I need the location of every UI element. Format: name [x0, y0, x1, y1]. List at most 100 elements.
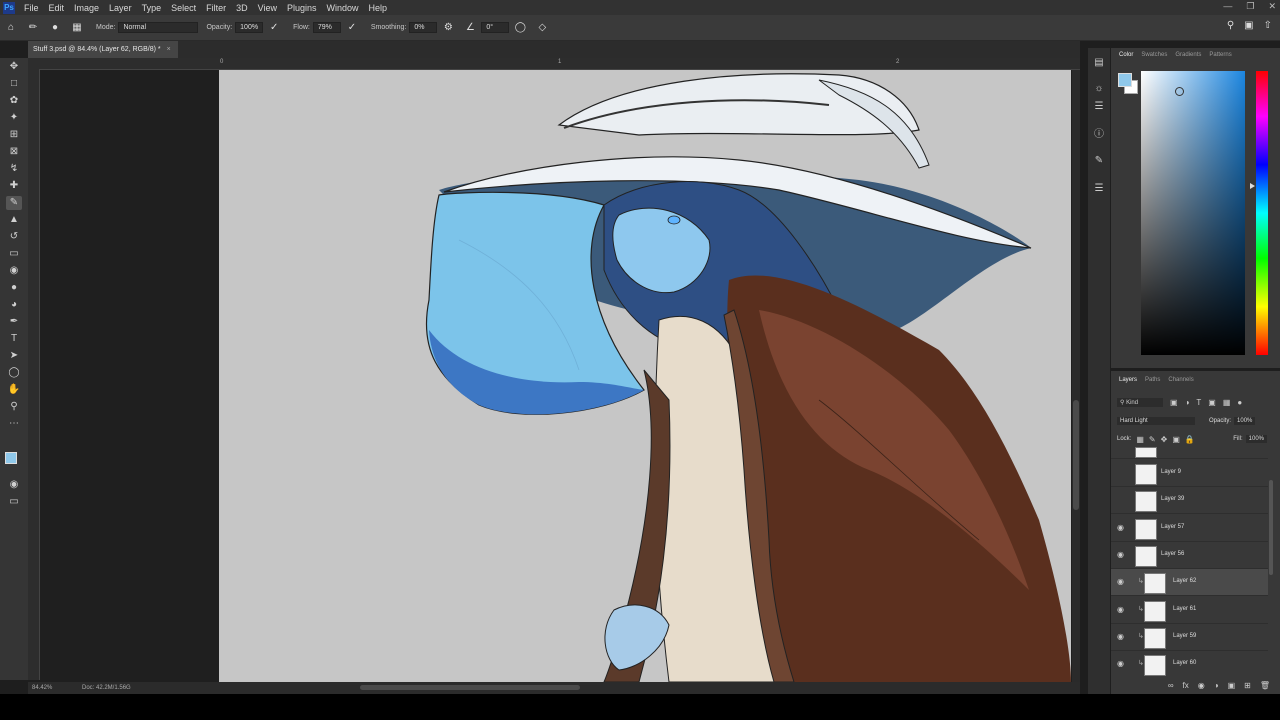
tab-color[interactable]: Color — [1119, 52, 1133, 58]
clone-stamp-tool-icon[interactable]: ▲ — [6, 213, 22, 227]
brush-settings-panel-icon[interactable]: ✎ — [1092, 154, 1106, 168]
adjustments-icon[interactable]: ☼ — [1092, 82, 1106, 96]
tab-gradients[interactable]: Gradients — [1175, 52, 1201, 58]
visibility-eye-icon[interactable]: ◉ — [1117, 577, 1124, 586]
brush-tool-icon[interactable]: ✏ — [26, 21, 40, 35]
menu-layer[interactable]: Layer — [104, 3, 137, 13]
brush-preset-icon[interactable]: ● — [48, 21, 62, 35]
foreground-color-swatch[interactable] — [5, 452, 17, 464]
add-mask-icon[interactable]: ◉ — [1198, 681, 1205, 690]
menu-image[interactable]: Image — [69, 3, 104, 13]
lock-pixels-icon[interactable]: ✎ — [1149, 435, 1156, 444]
filter-smart-object-icon[interactable]: ▦ — [1223, 398, 1231, 407]
quick-mask-icon[interactable]: ◉ — [6, 478, 22, 492]
menu-plugins[interactable]: Plugins — [282, 3, 322, 13]
tab-paths[interactable]: Paths — [1145, 377, 1160, 383]
close-tab-icon[interactable]: × — [167, 46, 171, 53]
new-group-icon[interactable]: ▣ — [1228, 681, 1236, 690]
visibility-eye-icon[interactable]: ◉ — [1117, 605, 1124, 614]
hue-slider-handle[interactable] — [1250, 183, 1255, 189]
tab-patterns[interactable]: Patterns — [1209, 52, 1231, 58]
brushes-icon[interactable]: ☰ — [1092, 100, 1106, 114]
zoom-level[interactable]: 84.42% — [28, 685, 82, 691]
magic-wand-tool-icon[interactable]: ✦ — [6, 111, 22, 125]
brush-settings-icon[interactable]: ▦ — [70, 21, 84, 35]
layer-row[interactable]: ◉ ↳ Layer 59 — [1111, 624, 1268, 651]
tab-layers[interactable]: Layers — [1119, 377, 1137, 383]
foreground-color-chip[interactable] — [1118, 73, 1132, 87]
mode-select[interactable]: Normal — [118, 22, 199, 33]
smoothing-settings-gear-icon[interactable]: ⚙ — [441, 21, 455, 35]
layer-style-icon[interactable]: fx — [1183, 681, 1189, 690]
symmetry-icon[interactable]: ◇ — [535, 21, 549, 35]
crop-tool-icon[interactable]: ⊞ — [6, 128, 22, 142]
visibility-eye-icon[interactable]: ◉ — [1117, 550, 1124, 559]
tab-swatches[interactable]: Swatches — [1141, 52, 1167, 58]
marquee-tool-icon[interactable]: □ — [6, 77, 22, 91]
filter-pixel-icon[interactable]: ▣ — [1170, 398, 1178, 407]
lock-position-icon[interactable]: ✥ — [1161, 435, 1168, 444]
share-icon[interactable]: ⇧ — [1264, 20, 1272, 31]
visibility-eye-icon[interactable]: ◉ — [1117, 659, 1124, 668]
layer-row[interactable]: ◉ Layer 57 — [1111, 515, 1268, 542]
healing-brush-tool-icon[interactable]: ✚ — [6, 179, 22, 193]
adjustment-layer-icon[interactable]: ◑ — [1214, 681, 1219, 690]
menu-help[interactable]: Help — [364, 3, 393, 13]
menu-3d[interactable]: 3D — [231, 3, 253, 13]
angle-field[interactable]: 0° — [481, 22, 510, 33]
pressure-size-icon[interactable]: ◯ — [513, 21, 527, 35]
vertical-scrollbar[interactable] — [1072, 70, 1080, 682]
smoothing-field[interactable]: 0% — [409, 22, 438, 33]
lock-artboard-icon[interactable]: ▣ — [1172, 435, 1180, 444]
properties-icon[interactable]: ☰ — [1092, 182, 1106, 196]
minimize-icon[interactable]: — — [1223, 1, 1232, 12]
lock-all-icon[interactable]: 🔒 — [1185, 435, 1195, 444]
search-icon[interactable]: ⚲ — [1227, 20, 1234, 31]
flow-field[interactable]: 79% — [312, 22, 341, 33]
filter-toggle-icon[interactable]: ● — [1237, 398, 1242, 407]
document-tab[interactable]: Stuff 3.psd @ 84.4% (Layer 62, RGB/8) * … — [28, 41, 178, 58]
path-selection-tool-icon[interactable]: ➤ — [6, 349, 22, 363]
horizontal-scroll-thumb[interactable] — [360, 685, 580, 690]
layers-scrollbar[interactable] — [1269, 480, 1273, 575]
filter-shape-icon[interactable]: ▣ — [1208, 398, 1216, 407]
layer-row[interactable]: ◉ ↳ Layer 62 — [1111, 569, 1268, 597]
layer-row[interactable]: ◉ Layer 56 — [1111, 542, 1268, 569]
opacity-field[interactable]: 100% — [235, 22, 264, 33]
eyedropper-tool-icon[interactable]: ↯ — [6, 162, 22, 176]
menu-edit[interactable]: Edit — [44, 3, 70, 13]
filter-adjustment-icon[interactable]: ◑ — [1185, 398, 1190, 407]
menu-view[interactable]: View — [253, 3, 282, 13]
lasso-tool-icon[interactable]: ✿ — [6, 94, 22, 108]
menu-window[interactable]: Window — [322, 3, 364, 13]
delete-layer-icon[interactable]: 🗑 — [1260, 681, 1270, 690]
layer-row[interactable]: Layer 9 — [1111, 460, 1268, 487]
pressure-opacity-icon[interactable]: ✓ — [267, 21, 281, 35]
visibility-eye-icon[interactable]: ◉ — [1117, 523, 1124, 532]
vertical-scroll-thumb[interactable] — [1073, 400, 1079, 510]
hue-slider[interactable] — [1256, 71, 1268, 355]
menu-file[interactable]: File — [19, 3, 44, 13]
blur-tool-icon[interactable]: ● — [6, 281, 22, 295]
artwork-canvas[interactable] — [219, 70, 1071, 682]
visibility-eye-icon[interactable]: ◉ — [1117, 632, 1124, 641]
brush-tool-icon[interactable]: ✎ — [6, 196, 22, 210]
layer-row[interactable]: Layer 39 — [1111, 487, 1268, 515]
menu-select[interactable]: Select — [166, 3, 201, 13]
link-layers-icon[interactable]: ∞ — [1168, 681, 1174, 690]
layer-filter-kind[interactable]: ⚲ Kind — [1117, 397, 1163, 407]
history-icon[interactable]: ▤ — [1092, 56, 1106, 70]
workspace-icon[interactable]: ▣ — [1244, 20, 1253, 31]
layer-row-partial[interactable] — [1111, 447, 1268, 459]
ellipse-tool-icon[interactable]: ◯ — [6, 366, 22, 380]
color-picker-cursor[interactable] — [1175, 87, 1184, 96]
menu-type[interactable]: Type — [137, 3, 167, 13]
zoom-tool-icon[interactable]: ⚲ — [6, 400, 22, 414]
info-icon[interactable]: ⓘ — [1092, 128, 1106, 142]
history-brush-tool-icon[interactable]: ↺ — [6, 230, 22, 244]
move-tool-icon[interactable]: ✥ — [6, 60, 22, 74]
pen-tool-icon[interactable]: ✒ — [6, 315, 22, 329]
frame-tool-icon[interactable]: ⊠ — [6, 145, 22, 159]
layer-opacity-field[interactable]: 100% — [1234, 417, 1256, 425]
type-tool-icon[interactable]: T — [6, 332, 22, 346]
